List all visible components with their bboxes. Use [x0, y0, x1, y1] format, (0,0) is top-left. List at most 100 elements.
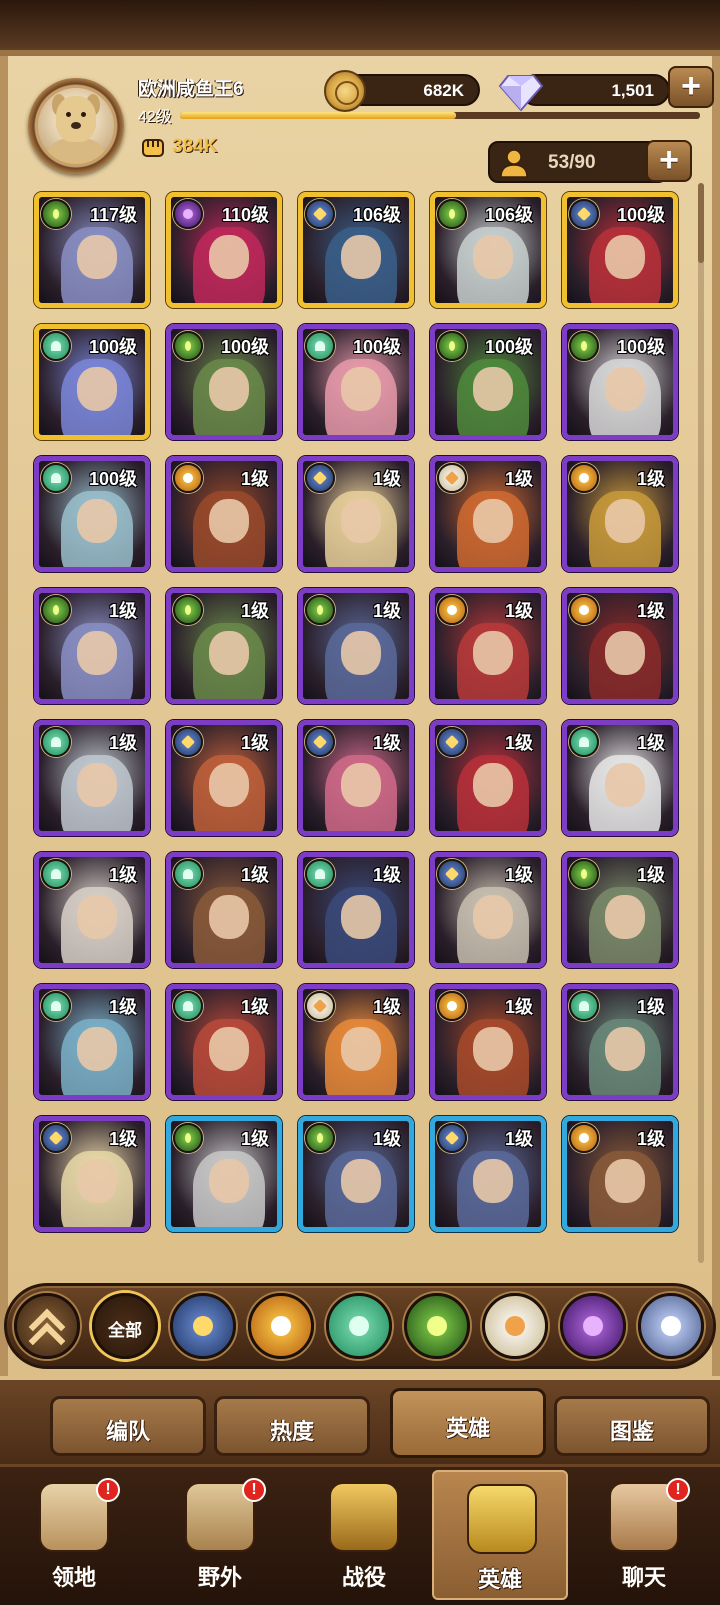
hero-card[interactable]: 1级	[298, 852, 414, 968]
hero-card[interactable]: 1级	[298, 456, 414, 572]
celestial-faction-icon	[305, 991, 335, 1021]
hero-grid-scrollbar[interactable]	[698, 183, 704, 1263]
hero-card[interactable]: 110级	[166, 192, 282, 308]
diamond-value: 1,501	[611, 81, 654, 100]
hero-level: 1级	[636, 865, 665, 885]
hero-card[interactable]: 1级	[34, 984, 150, 1100]
tab-0[interactable]: 编队	[50, 1396, 206, 1456]
avatar-nose	[71, 122, 81, 129]
hero-face	[605, 235, 645, 279]
hero-level: 1级	[372, 601, 401, 621]
hero-card[interactable]: 117级	[34, 192, 150, 308]
hero-card[interactable]: 1级	[430, 852, 546, 968]
filter-maulers-button[interactable]	[248, 1293, 314, 1359]
hero-face	[605, 631, 645, 675]
roster-count: 53/90	[548, 152, 596, 173]
person-icon	[500, 149, 528, 178]
filter-lightbearer-button[interactable]	[170, 1293, 236, 1359]
hero-card[interactable]: 100级	[166, 324, 282, 440]
tab-3[interactable]: 图鉴	[554, 1396, 710, 1456]
tab-2[interactable]: 英雄	[390, 1388, 546, 1458]
hero-card[interactable]: 1级	[34, 720, 150, 836]
hero-card[interactable]: 1级	[562, 456, 678, 572]
nav-label: 战役	[341, 1565, 386, 1590]
avatar[interactable]	[38, 88, 114, 164]
graveborn-faction-icon	[173, 595, 203, 625]
nav-label: 野外	[197, 1565, 242, 1590]
hero-card[interactable]: 1级	[34, 852, 150, 968]
hero-card[interactable]: 1级	[34, 1116, 150, 1232]
maulers-faction-icon	[173, 463, 203, 493]
hero-card[interactable]: 1级	[430, 720, 546, 836]
expand-roster-button[interactable]: +	[646, 140, 692, 182]
hero-card[interactable]: 100级	[34, 324, 150, 440]
maulers-faction-icon	[437, 595, 467, 625]
filter-celestial-button[interactable]	[482, 1293, 548, 1359]
nav-item-3[interactable]: 英雄	[432, 1470, 568, 1600]
hero-card[interactable]: 1级	[166, 456, 282, 572]
avatar-eye	[81, 112, 86, 117]
hero-level: 1级	[504, 733, 533, 753]
hero-level: 1级	[372, 469, 401, 489]
hero-card[interactable]: 1级	[298, 1116, 414, 1232]
tab-label: 英雄	[445, 1416, 490, 1441]
hero-card[interactable]: 1级	[34, 588, 150, 704]
lightbearer-faction-icon	[437, 1123, 467, 1153]
hero-level: 106级	[352, 205, 401, 225]
hero-card[interactable]: 100级	[298, 324, 414, 440]
hero-level: 110级	[221, 205, 269, 225]
hero-face	[341, 499, 381, 543]
filter-wilder-button[interactable]	[326, 1293, 392, 1359]
hero-card[interactable]: 1级	[166, 852, 282, 968]
hero-card[interactable]: 1级	[166, 588, 282, 704]
nav-item-0[interactable]: 领地!	[6, 1470, 142, 1600]
hero-card[interactable]: 100级	[562, 324, 678, 440]
hero-face	[77, 499, 117, 543]
nav-item-1[interactable]: 野外!	[152, 1470, 288, 1600]
hero-level: 1级	[240, 865, 269, 885]
hero-card[interactable]: 1级	[166, 1116, 282, 1232]
hero-level: 1级	[108, 865, 137, 885]
hero-card[interactable]: 100级	[430, 324, 546, 440]
filter-graveborn-button[interactable]	[404, 1293, 470, 1359]
hero-card[interactable]: 1级	[430, 588, 546, 704]
hero-face	[209, 1159, 249, 1203]
hero-level: 1级	[636, 1129, 665, 1149]
hero-card[interactable]: 1级	[562, 588, 678, 704]
xp-bar-fill	[180, 112, 456, 119]
tab-1[interactable]: 热度	[214, 1396, 370, 1456]
hero-level: 117级	[89, 205, 137, 225]
filter-all-button[interactable]: 全部	[92, 1293, 158, 1359]
hero-card[interactable]: 1级	[298, 984, 414, 1100]
collapse-filter-button[interactable]	[14, 1293, 80, 1360]
hero-card[interactable]: 1级	[562, 852, 678, 968]
nav-item-4[interactable]: 聊天!	[576, 1470, 712, 1600]
wilder-faction-icon	[305, 859, 335, 889]
hero-card[interactable]: 1级	[430, 984, 546, 1100]
nav-item-2[interactable]: 战役	[296, 1470, 432, 1600]
filter-dimensional-button[interactable]	[638, 1293, 704, 1359]
filter-hypogean-button[interactable]	[560, 1293, 626, 1359]
hero-card[interactable]: 1级	[562, 720, 678, 836]
hero-card[interactable]: 1级	[166, 984, 282, 1100]
hero-card[interactable]: 106级	[298, 192, 414, 308]
hero-card[interactable]: 100级	[34, 456, 150, 572]
hero-card[interactable]: 1级	[562, 984, 678, 1100]
hero-card[interactable]: 1级	[430, 456, 546, 572]
hero-card[interactable]: 100级	[562, 192, 678, 308]
hero-card[interactable]: 1级	[298, 720, 414, 836]
hero-card[interactable]: 1级	[430, 1116, 546, 1232]
hero-face	[77, 1027, 117, 1071]
hero-card[interactable]: 1级	[298, 588, 414, 704]
hero-face	[209, 895, 249, 939]
buy-diamonds-button[interactable]: +	[668, 66, 714, 108]
tab-label: 图鉴	[609, 1419, 654, 1444]
hero-face	[341, 1159, 381, 1203]
hero-level: 1级	[636, 469, 665, 489]
hero-face	[473, 631, 513, 675]
hero-card[interactable]: 106级	[430, 192, 546, 308]
hero-card[interactable]: 1级	[166, 720, 282, 836]
scroll-thumb[interactable]	[698, 183, 704, 263]
hero-card[interactable]: 1级	[562, 1116, 678, 1232]
alert-badge: !	[96, 1478, 120, 1502]
